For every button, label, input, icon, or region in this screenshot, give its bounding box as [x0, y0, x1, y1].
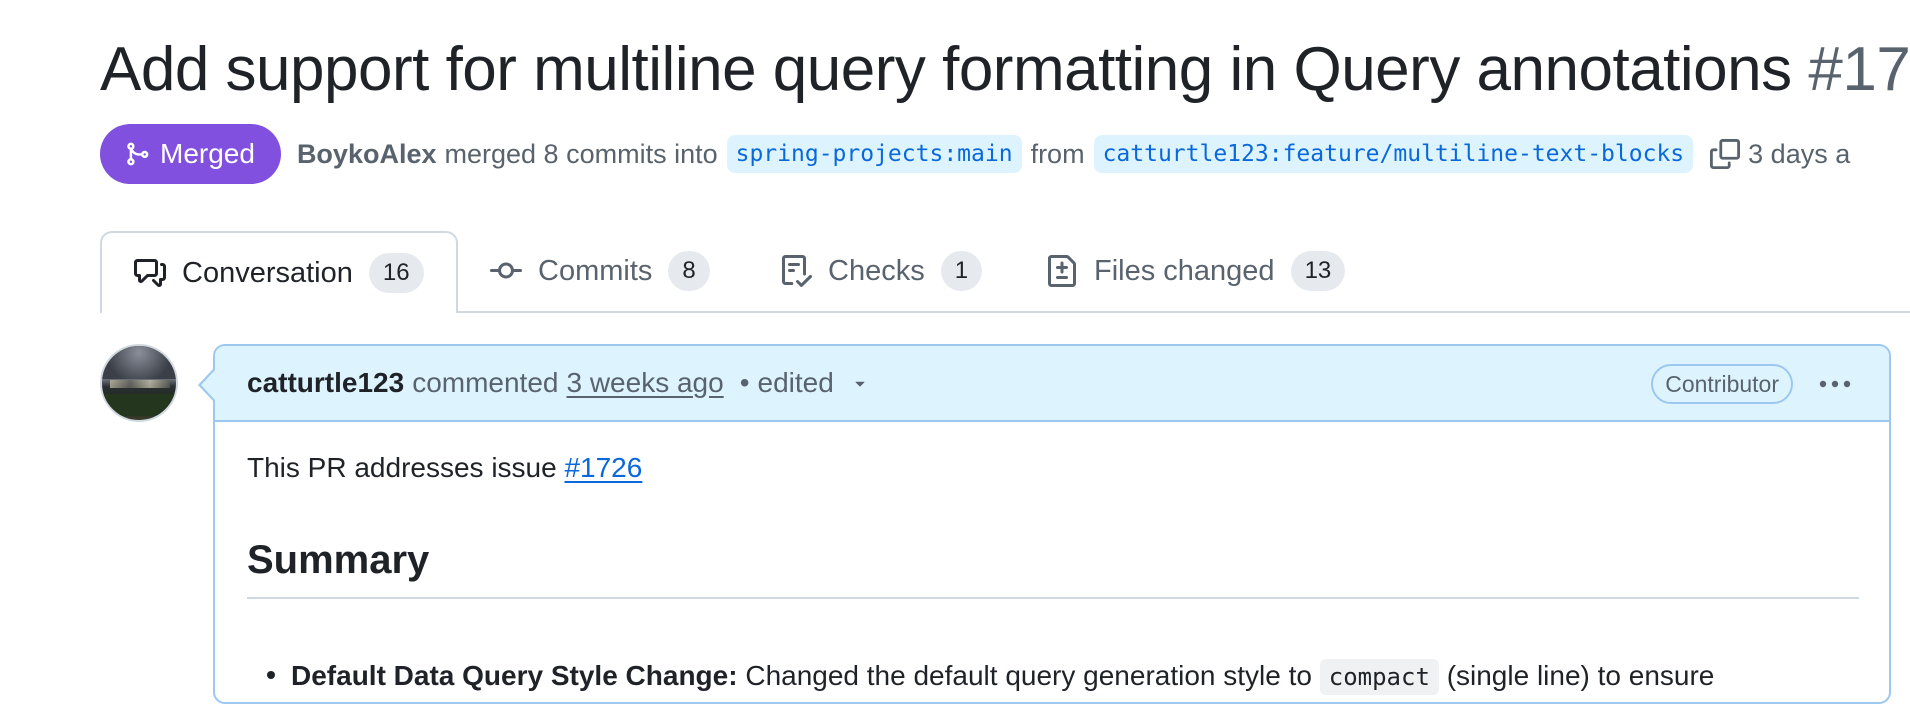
- list-item: Default Data Query Style Change: Changed…: [247, 659, 1715, 695]
- tab-files-changed[interactable]: Files changed 13: [1046, 231, 1346, 311]
- tab-label: Files changed: [1094, 254, 1275, 287]
- comment-header: catturtle123 commented 3 weeks ago • edi…: [215, 346, 1889, 422]
- caret-down-icon[interactable]: [850, 373, 870, 393]
- tab-label: Commits: [538, 254, 653, 287]
- issue-link[interactable]: #1726: [564, 452, 642, 483]
- from-text: from: [1030, 138, 1085, 169]
- tab-counter: 8: [668, 251, 710, 291]
- git-commit-icon: [490, 262, 522, 279]
- head-branch-link[interactable]: catturtle123:feature/multiline-text-bloc…: [1093, 135, 1694, 173]
- comment-box: catturtle123 commented 3 weeks ago • edi…: [213, 344, 1891, 704]
- comment-pointer-arrow-fill: [201, 370, 215, 400]
- merged-state-label: Merged: [160, 138, 255, 169]
- avatar-city-lights: [110, 380, 170, 388]
- intro-text: This PR addresses issue: [247, 452, 557, 483]
- merged-state-badge: Merged: [100, 124, 281, 184]
- tab-conversation[interactable]: Conversation 16: [100, 231, 458, 313]
- bullet-text-1: Changed the default query generation sty…: [745, 660, 1312, 691]
- bullet-text-2: (single line) to ensure: [1446, 660, 1715, 691]
- pr-tabs: Conversation 16 Commits 8 Checks 1 Files…: [100, 231, 1910, 313]
- pr-meta-row: Merged BoykoAlex merged 8 commits into s…: [100, 124, 1850, 184]
- separator-dot: •: [739, 367, 750, 398]
- avatar-sky: [102, 346, 176, 380]
- tab-commits[interactable]: Commits 8: [490, 231, 710, 311]
- edited-dropdown-label[interactable]: edited: [758, 367, 834, 399]
- base-branch-link[interactable]: spring-projects:main: [726, 135, 1022, 173]
- avatar-trees: [102, 394, 176, 416]
- inline-code: compact: [1319, 659, 1439, 695]
- comment-discussion-icon: [134, 259, 166, 287]
- tab-label: Conversation: [182, 256, 353, 289]
- bullet-dot: [267, 671, 275, 679]
- comment-author-link[interactable]: catturtle123: [247, 367, 404, 399]
- contributor-badge: Contributor: [1651, 364, 1793, 404]
- summary-heading: Summary: [247, 538, 1859, 599]
- tab-counter: 16: [368, 253, 424, 293]
- bullet-bold-text: Default Data Query Style Change:: [291, 660, 738, 691]
- kebab-horizontal-icon[interactable]: [1817, 372, 1853, 396]
- tab-label: Checks: [828, 254, 925, 287]
- pr-title-text: Add support for multiline query formatti…: [100, 35, 1792, 104]
- tab-counter: 13: [1290, 251, 1346, 291]
- merge-time: 3 days a: [1748, 138, 1851, 169]
- tab-counter: 1: [940, 251, 983, 291]
- git-merge-icon: [127, 142, 149, 166]
- pr-title: Add support for multiline query formatti…: [100, 30, 1910, 110]
- file-diff-icon: [1048, 255, 1076, 287]
- comment-intro-paragraph: This PR addresses issue #1726: [247, 452, 642, 484]
- checklist-icon: [782, 255, 812, 287]
- comment-action: commented: [412, 367, 559, 398]
- pr-number: #17: [1808, 35, 1910, 104]
- avatar[interactable]: [100, 344, 178, 422]
- merger-link[interactable]: BoykoAlex: [297, 139, 437, 170]
- comment-time-link[interactable]: 3 weeks ago: [566, 367, 723, 399]
- merge-description: merged 8 commits into: [444, 138, 718, 169]
- copy-branch-icon[interactable]: [1710, 139, 1741, 169]
- tab-checks[interactable]: Checks 1: [780, 231, 983, 311]
